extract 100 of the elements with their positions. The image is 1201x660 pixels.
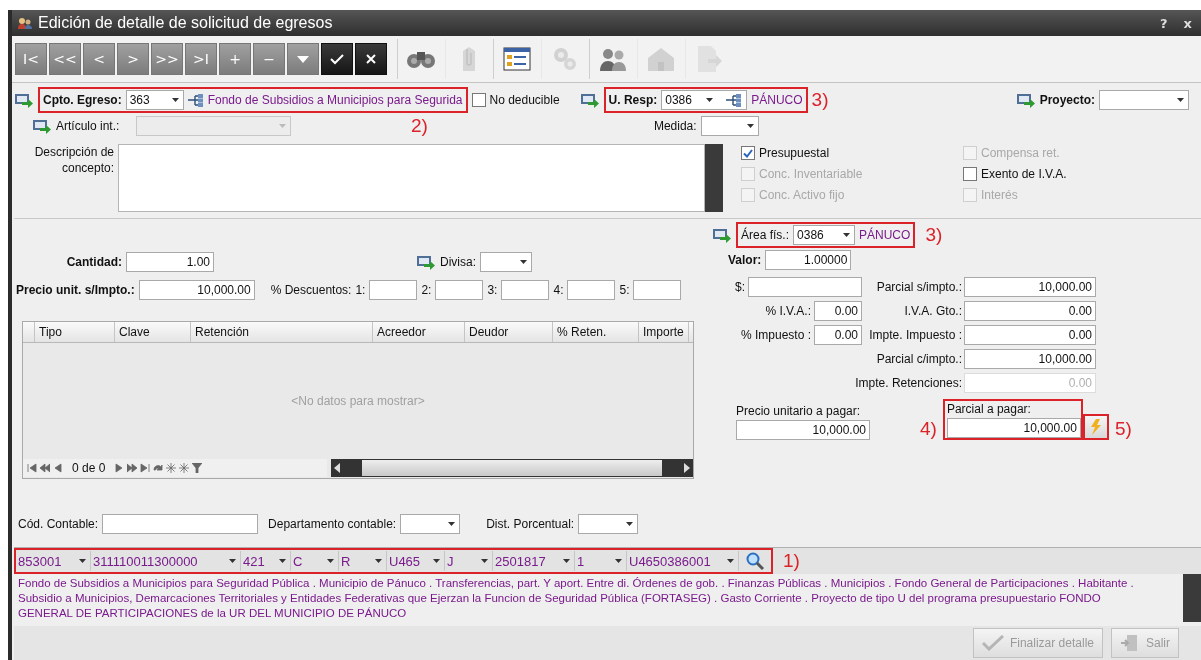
close-button[interactable]: x — [1178, 15, 1197, 31]
total-field: 0.00 — [964, 373, 1096, 393]
previous-icon[interactable] — [53, 463, 63, 473]
caret-icon — [727, 559, 734, 563]
scrollbar-thumb[interactable] — [362, 460, 662, 476]
area-description: PÁNUCO — [859, 228, 911, 242]
checkbox-label: No deducible — [489, 93, 560, 107]
budget-key-select[interactable]: 2501817 — [493, 551, 575, 571]
screen-arrow-icon — [32, 118, 52, 134]
field-label: Precio unitario a pagar: — [736, 404, 862, 418]
total-field[interactable]: 10,000.00 — [964, 277, 1096, 297]
amount-field[interactable]: 0.00 — [814, 325, 862, 345]
fiscal-area-select[interactable]: 0386 — [793, 225, 856, 245]
discount-field[interactable] — [633, 280, 682, 300]
value-field[interactable]: 1.00000 — [765, 250, 852, 270]
discount-field[interactable] — [567, 280, 616, 300]
amount-field[interactable] — [748, 277, 862, 297]
field-label: Medida: — [653, 119, 697, 133]
caret-icon — [481, 559, 488, 563]
department-select[interactable] — [400, 514, 461, 534]
toolbar-button[interactable] — [355, 43, 387, 75]
checkbox[interactable] — [741, 146, 755, 160]
asterisk-icon[interactable] — [166, 463, 177, 473]
help-button[interactable]: ? — [1155, 15, 1173, 31]
measure-select[interactable] — [700, 116, 759, 136]
budget-key-select[interactable]: 421 — [241, 551, 291, 571]
horizontal-scrollbar[interactable] — [331, 459, 693, 477]
hierarchy-icon — [726, 93, 743, 107]
budget-key-select[interactable]: U465 — [387, 551, 445, 571]
account-code-field[interactable] — [102, 514, 259, 534]
annotation-label: 3) — [811, 89, 829, 111]
screen-arrow-icon — [1015, 92, 1036, 108]
budget-key-select[interactable]: R — [339, 551, 387, 571]
left-arrow-icon[interactable] — [334, 463, 340, 473]
budget-key-description: Fondo de Subsidios a Municipios para Seguridad Pública . Municipio de Pánuco . Transferencias, part. Y aport. Entre di. Órdenes de gob. . Finanzas Públicas . Municipios . Fondo General de Participaciones . Habitante . Subsidio a Municipios, Demarcaciones Territoriales y Entidades Federativas que Ejerzan la Funcion de Seguridad Pública (FORTASEG) . Gasto Corriente . Proyecto de tipo U del programa presupuestario FONDO GENERAL DE PARTICIPACIONES de la UR DEL MUNICIPIO DE PÁNUCO — [17, 576, 1135, 621]
total-field[interactable]: 0.00 — [964, 325, 1096, 345]
budget-key-select[interactable]: 853001 — [16, 551, 91, 571]
fast-forward-icon[interactable] — [127, 463, 138, 473]
column-header[interactable]: Deudor — [465, 322, 553, 342]
rewind-icon[interactable] — [40, 463, 50, 473]
currency-select[interactable] — [480, 252, 532, 272]
window-title: Edición de detalle de solicitud de egresos — [38, 14, 334, 32]
discount-field[interactable] — [435, 280, 484, 300]
budget-key-select[interactable]: 311110011300000 — [91, 551, 241, 571]
column-header[interactable]: Acreedor — [373, 322, 465, 342]
right-arrow-icon[interactable] — [684, 463, 690, 473]
annotation-label: 5) — [1114, 418, 1132, 440]
budget-key-select[interactable]: J — [445, 551, 493, 571]
discount-field[interactable] — [369, 280, 418, 300]
column-header[interactable]: Importe — [639, 322, 689, 342]
checkbox[interactable] — [471, 93, 486, 107]
caret-icon — [171, 98, 179, 102]
field-label: I.V.A. Gto.: — [903, 304, 962, 318]
check-icon — [330, 53, 344, 65]
caret-icon — [563, 559, 570, 563]
screen-arrow-icon — [14, 92, 34, 108]
asterisk-icon[interactable] — [179, 463, 190, 473]
people-icon — [598, 46, 627, 72]
toolbar-button[interactable] — [321, 43, 353, 75]
checkbox[interactable] — [963, 167, 977, 181]
screen-arrow-icon — [579, 92, 600, 108]
unit-select[interactable]: 0386 — [661, 90, 748, 110]
quantity-field[interactable]: 1.00 — [126, 252, 214, 272]
field-label: 2: — [421, 283, 432, 297]
budget-key-select[interactable]: C — [291, 551, 339, 571]
unit-price-field[interactable]: 10,000.00 — [138, 280, 255, 300]
partial-to-pay-field[interactable]: 10,000.00 — [946, 418, 1081, 438]
column-header[interactable]: Clave — [115, 322, 191, 342]
next-icon[interactable] — [114, 463, 125, 473]
vertical-scrollbar[interactable] — [1183, 574, 1201, 622]
concept-select[interactable]: 363 — [125, 90, 184, 110]
caret-icon — [520, 260, 527, 264]
screen-arrow-icon — [712, 227, 732, 243]
checkbox-label: Compensa ret. — [981, 146, 1060, 160]
first-page-icon[interactable] — [27, 463, 37, 473]
checkbox-label: Presupuestal — [759, 146, 830, 160]
caret-icon — [448, 522, 456, 526]
hierarchy-icon — [187, 93, 204, 107]
column-header[interactable]: Tipo — [35, 322, 115, 342]
column-header[interactable]: % Reten. — [553, 322, 639, 342]
project-select[interactable] — [1099, 90, 1189, 110]
unit-price-to-pay-field[interactable]: 10,000.00 — [736, 420, 870, 440]
amount-field[interactable]: 0.00 — [814, 301, 862, 321]
budget-key-select[interactable]: U4650386001 — [627, 551, 739, 571]
field-label: Impte. Impuesto : — [868, 328, 962, 342]
vertical-scrollbar[interactable] — [705, 144, 723, 212]
search-icon[interactable] — [745, 552, 765, 570]
field-label: 1: — [355, 283, 366, 297]
total-field[interactable]: 10,000.00 — [964, 349, 1096, 369]
distribution-select[interactable] — [578, 514, 639, 534]
annotation-label: 4) — [920, 418, 937, 440]
refresh-icon[interactable] — [153, 463, 164, 473]
caret-icon — [297, 55, 309, 63]
people-icon — [18, 17, 32, 29]
column-header[interactable]: Retención — [191, 322, 373, 342]
budget-key-select[interactable]: 1 — [575, 551, 627, 571]
last-page-icon[interactable] — [140, 463, 151, 473]
discount-field[interactable] — [501, 280, 550, 300]
filter-icon[interactable] — [192, 463, 203, 473]
total-field[interactable]: 0.00 — [964, 301, 1096, 321]
